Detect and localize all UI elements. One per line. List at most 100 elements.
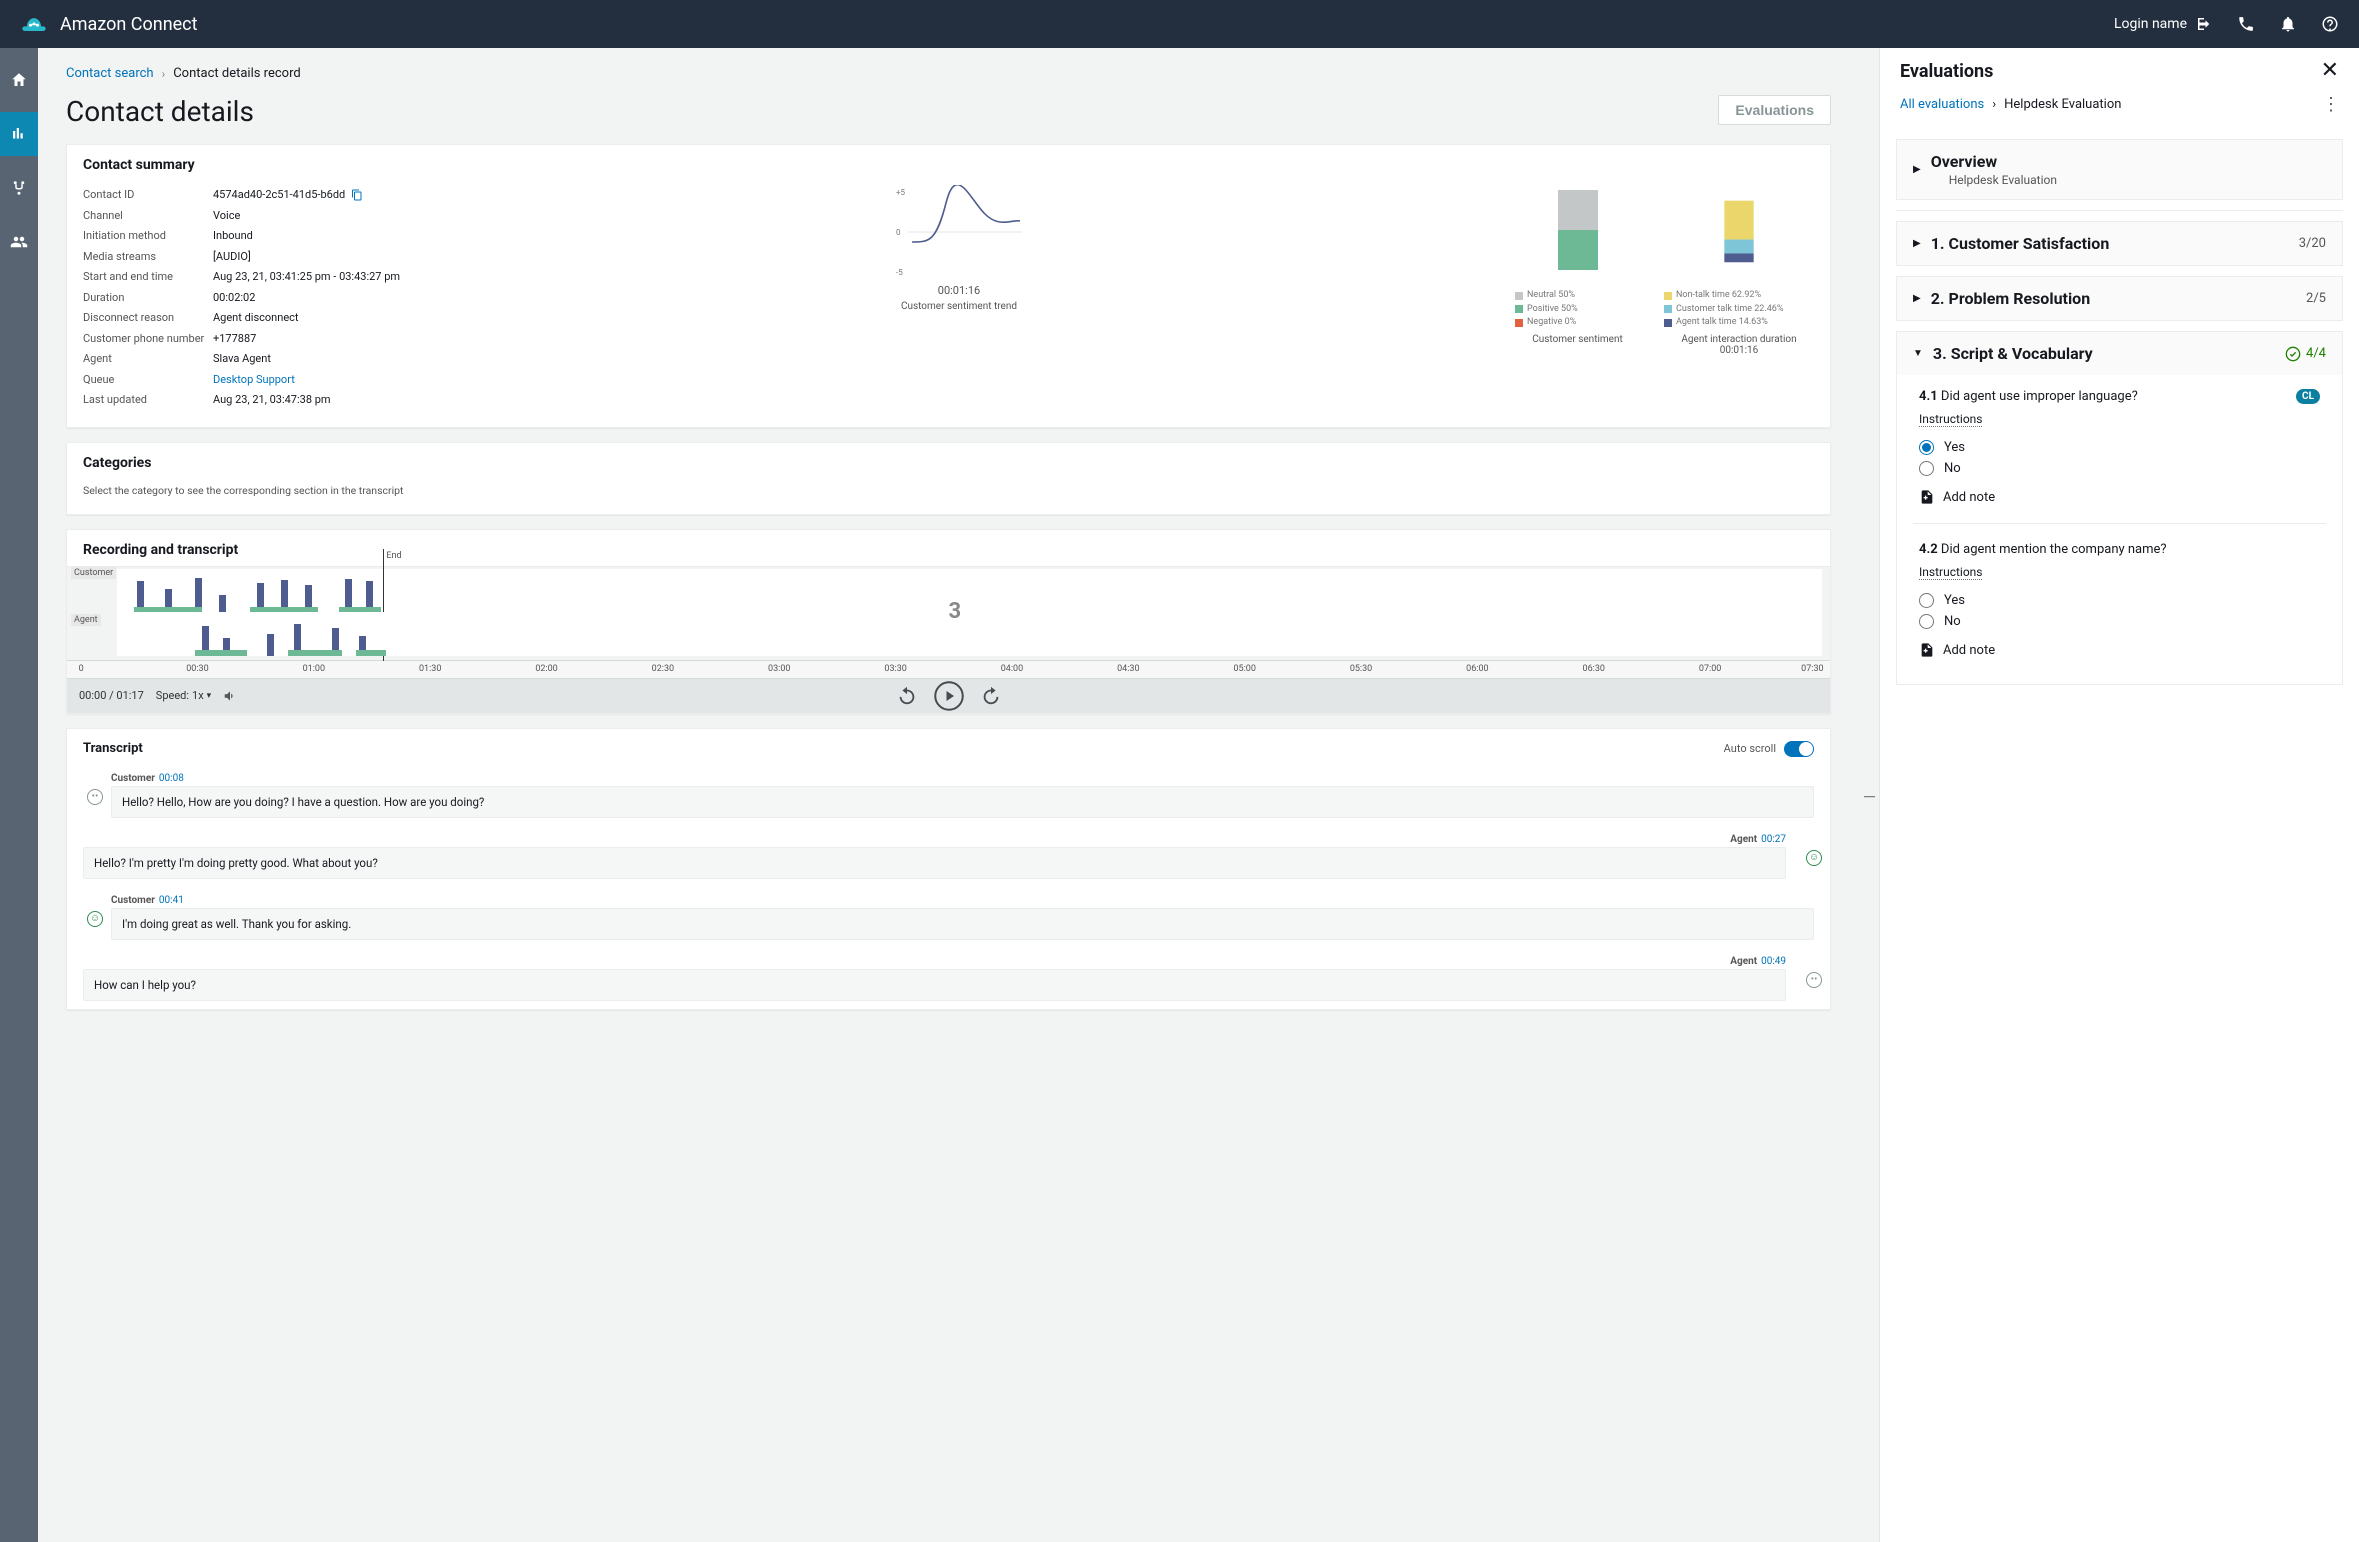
recording-header: Recording and transcript xyxy=(67,530,1830,566)
kebab-menu-icon[interactable]: ⋮ xyxy=(2322,94,2339,115)
help-icon[interactable] xyxy=(2321,15,2339,33)
transcript-message: •• Customer00:08 Hello? Hello, How are y… xyxy=(67,765,1830,826)
login-menu[interactable]: Login name xyxy=(2114,15,2213,33)
autoscroll-label: Auto scroll xyxy=(1724,742,1776,755)
play-button[interactable] xyxy=(934,681,964,711)
section-overview-header[interactable]: ▶ Overview Helpdesk Evaluation xyxy=(1897,140,2342,199)
autoscroll-toggle[interactable] xyxy=(1784,741,1814,757)
logout-icon xyxy=(2195,15,2213,33)
contact-summary-header: Contact summary xyxy=(67,145,1830,181)
queue-link[interactable]: Desktop Support xyxy=(213,373,295,386)
forward-button[interactable] xyxy=(980,685,1002,707)
question-4-2: 4.2 Did agent mention the company name? … xyxy=(1897,532,2342,668)
agent-track xyxy=(117,612,1822,656)
sentiment-positive-icon: ☺ xyxy=(87,911,103,927)
customer-sentiment-chart: Neutral 50% Positive 50% Negative 0% Cus… xyxy=(1515,185,1640,345)
add-note-icon xyxy=(1919,642,1935,658)
rewind-button[interactable] xyxy=(896,685,918,707)
caret-right-icon: ▶ xyxy=(1913,238,1921,249)
bell-icon[interactable] xyxy=(2279,15,2297,33)
section-problem-resolution: ▶ 2. Problem Resolution 2/5 xyxy=(1896,276,2343,321)
analytics-icon xyxy=(10,125,28,143)
home-icon xyxy=(10,71,28,89)
svg-text:-5: -5 xyxy=(896,268,903,277)
users-icon xyxy=(10,233,28,251)
categories-help-text: Select the category to see the correspon… xyxy=(83,484,403,497)
nav-users[interactable] xyxy=(0,220,38,264)
time-axis: 0 00:30 01:00 01:30 02:00 02:30 03:00 03… xyxy=(67,661,1830,679)
all-evaluations-link[interactable]: All evaluations xyxy=(1900,97,1984,112)
sentiment-positive-icon: ☺ xyxy=(1806,850,1822,866)
radio-yes[interactable]: Yes xyxy=(1919,590,2320,611)
question-4-1: 4.1 Did agent use improper language? CL … xyxy=(1897,379,2342,515)
cl-badge: CL xyxy=(2296,389,2320,404)
caret-down-icon: ▼ xyxy=(1913,348,1923,359)
section-header[interactable]: ▶ 2. Problem Resolution 2/5 xyxy=(1897,277,2342,320)
categories-header: Categories xyxy=(67,443,1830,479)
instructions-link[interactable]: Instructions xyxy=(1919,412,1982,427)
page-title: Contact details xyxy=(66,95,254,128)
main-content: Contact search › Contact details record … xyxy=(38,48,1859,1542)
chevron-right-icon: › xyxy=(1992,97,1996,112)
svg-text:+5: +5 xyxy=(896,188,906,197)
section-score: 2/5 xyxy=(2306,291,2326,306)
caret-right-icon: ▶ xyxy=(1913,164,1921,175)
player-bar: 00:00 / 01:17 Speed: 1x ▾ xyxy=(67,679,1830,713)
categories-card: Categories Select the category to see th… xyxy=(66,442,1831,515)
volume-icon[interactable] xyxy=(223,689,237,703)
panel-drag-handle[interactable]: || xyxy=(1859,48,1879,1542)
caret-right-icon: ▶ xyxy=(1913,293,1921,304)
radio-yes[interactable]: Yes xyxy=(1919,437,2320,458)
copy-icon[interactable] xyxy=(351,189,363,201)
transcript-message: ☺ Customer00:41 I'm doing great as well.… xyxy=(67,887,1830,948)
phone-icon[interactable] xyxy=(2237,15,2255,33)
top-bar: Amazon Connect Login name xyxy=(0,0,2359,48)
section-customer-satisfaction: ▶ 1. Customer Satisfaction 3/20 xyxy=(1896,221,2343,266)
transcript-card: Transcript Auto scroll •• Customer00:08 … xyxy=(66,728,1831,1010)
sentiment-neutral-icon: •• xyxy=(87,789,103,805)
section-header[interactable]: ▶ 1. Customer Satisfaction 3/20 xyxy=(1897,222,2342,265)
sentiment-neutral-icon: •• xyxy=(1806,972,1822,988)
player-time: 00:00 / 01:17 xyxy=(79,689,144,702)
nav-analytics[interactable] xyxy=(0,112,38,156)
contact-summary-card: Contact summary Contact ID4574ad40-2c51-… xyxy=(66,144,1831,428)
nav-routing[interactable] xyxy=(0,166,38,210)
section-header[interactable]: ▼ 3. Script & Vocabulary 4/4 xyxy=(1897,332,2342,375)
breadcrumb-link[interactable]: Contact search xyxy=(66,66,154,81)
nav-home[interactable] xyxy=(0,58,38,102)
branch-icon xyxy=(10,179,28,197)
interaction-duration-chart: Non-talk time 62.92% Customer talk time … xyxy=(1664,185,1814,356)
app-title: Amazon Connect xyxy=(60,14,198,35)
customer-track: End xyxy=(117,569,1822,613)
summary-fields: Contact ID4574ad40-2c51-41d5-b6dd Channe… xyxy=(83,185,403,411)
radio-no[interactable]: No xyxy=(1919,458,2320,479)
transcript-title: Transcript xyxy=(83,741,143,756)
check-circle-icon xyxy=(2285,346,2301,362)
radio-no[interactable]: No xyxy=(1919,611,2320,632)
section-script-vocabulary: ▼ 3. Script & Vocabulary 4/4 4.1 Did age… xyxy=(1896,331,2343,685)
add-note-button[interactable]: Add note xyxy=(1919,632,2320,658)
eval-breadcrumb-current: Helpdesk Evaluation xyxy=(2004,97,2121,112)
evaluations-title: Evaluations xyxy=(1900,61,1993,82)
speed-dropdown[interactable]: Speed: 1x ▾ xyxy=(156,689,211,702)
recording-card: Recording and transcript Customer xyxy=(66,529,1831,714)
sentiment-trend-chart: +5 0 -5 00:01:16 Customer sentiment tren… xyxy=(427,185,1491,312)
breadcrumb: Contact search › Contact details record xyxy=(66,66,1831,81)
chevron-right-icon: › xyxy=(162,67,166,81)
overlay-marker: 3 xyxy=(949,599,962,624)
transcript-message: •• Agent00:49 How can I help you? xyxy=(67,948,1830,1009)
left-nav xyxy=(0,48,38,1542)
evaluations-button[interactable]: Evaluations xyxy=(1718,95,1831,125)
chevron-down-icon: ▾ xyxy=(207,691,212,701)
eval-breadcrumb: All evaluations › Helpdesk Evaluation ⋮ xyxy=(1880,90,2359,129)
add-note-icon xyxy=(1919,489,1935,505)
add-note-button[interactable]: Add note xyxy=(1919,479,2320,505)
close-icon[interactable]: ✕ xyxy=(2321,60,2339,82)
app-logo-icon xyxy=(20,10,48,38)
waveform[interactable]: Customer End xyxy=(67,566,1830,661)
contact-id-value: 4574ad40-2c51-41d5-b6dd xyxy=(213,188,345,201)
evaluations-panel: Evaluations ✕ All evaluations › Helpdesk… xyxy=(1879,48,2359,1542)
breadcrumb-current: Contact details record xyxy=(173,66,300,81)
svg-text:0: 0 xyxy=(896,228,901,237)
instructions-link[interactable]: Instructions xyxy=(1919,565,1982,580)
